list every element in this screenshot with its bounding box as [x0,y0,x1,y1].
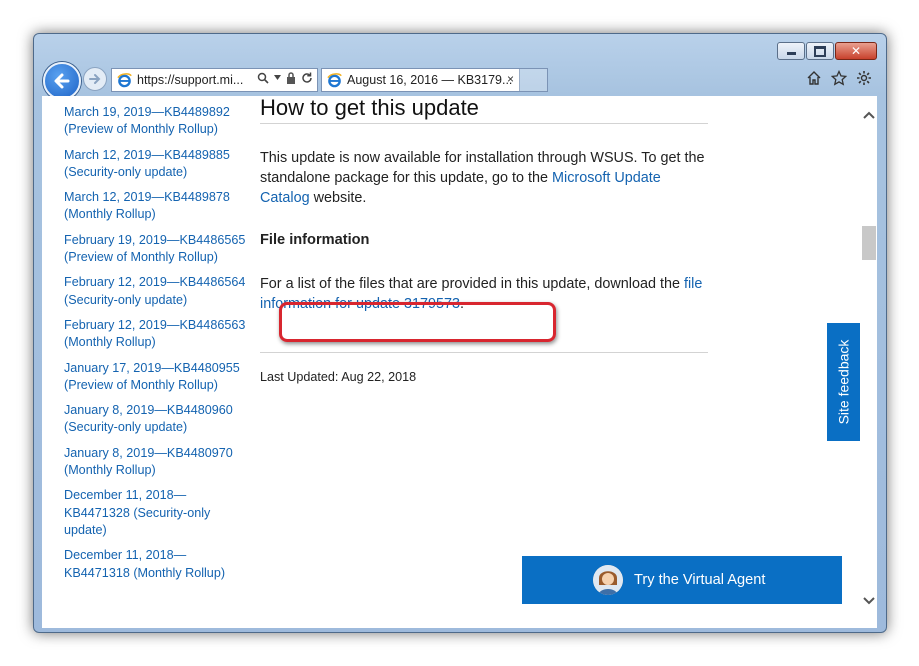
browser-window: ✕ https://support.mi... August 16, 2016 … [33,33,887,633]
sidebar-link[interactable]: January 8, 2019—KB4480970 (Monthly Rollu… [64,445,249,480]
availability-paragraph: This update is now available for install… [260,148,708,208]
arrow-left-icon [54,73,70,89]
tab-active[interactable]: August 16, 2016 — KB3179... × [321,68,520,92]
window-controls: ✕ [776,42,877,60]
forward-button[interactable] [83,67,107,91]
ie-logo-icon [327,72,342,87]
home-icon[interactable] [806,70,822,86]
scroll-down-icon[interactable] [863,596,875,606]
refresh-icon[interactable] [301,72,313,84]
new-tab-button[interactable] [519,68,548,92]
sidebar-link[interactable]: March 12, 2019—KB4489878 (Monthly Rollup… [64,189,249,224]
dropdown-caret-icon[interactable] [274,75,281,81]
site-feedback-label: Site feedback [835,339,852,425]
divider [260,352,708,353]
site-feedback-button[interactable]: Site feedback [827,323,860,441]
browser-tools [806,70,872,86]
agent-avatar-icon [593,565,623,595]
file-information-heading: File information [260,232,370,248]
sidebar-link[interactable]: February 12, 2019—KB4486563 (Monthly Rol… [64,317,249,352]
virtual-agent-button[interactable]: Try the Virtual Agent [522,556,842,604]
article-main: How to get this update This update is no… [260,96,708,384]
back-button[interactable] [43,62,81,100]
ie-logo-icon [117,72,132,87]
search-icon[interactable] [257,72,269,84]
sidebar-link[interactable]: December 11, 2018—KB4471318 (Monthly Rol… [64,547,249,582]
update-history-sidebar: March 19, 2019—KB4489892 (Preview of Mon… [64,104,249,590]
scrollbar-thumb[interactable] [862,226,876,260]
page-viewport: March 19, 2019—KB4489892 (Preview of Mon… [42,96,861,628]
sidebar-link[interactable]: February 12, 2019—KB4486564 (Security-on… [64,274,249,309]
arrow-right-icon [89,74,101,84]
paragraph-text: For a list of the files that are provide… [260,276,684,292]
scroll-up-icon[interactable] [863,110,875,120]
sidebar-link[interactable]: March 12, 2019—KB4489885 (Security-only … [64,147,249,182]
lock-icon[interactable] [286,72,296,84]
file-info-paragraph: For a list of the files that are provide… [260,274,708,342]
address-text: https://support.mi... [137,73,244,87]
minimize-button[interactable] [777,42,805,60]
sidebar-link[interactable]: December 11, 2018—KB4471328 (Security-on… [64,487,249,539]
vertical-scrollbar[interactable] [861,96,877,628]
section-heading: How to get this update [260,96,708,124]
maximize-button[interactable] [806,42,834,60]
address-tools [257,72,313,84]
settings-gear-icon[interactable] [856,70,872,86]
sidebar-link[interactable]: March 19, 2019—KB4489892 (Preview of Mon… [64,104,249,139]
close-window-button[interactable]: ✕ [835,42,877,60]
paragraph-text: website. [309,190,367,206]
sidebar-link[interactable]: January 17, 2019—KB4480955 (Preview of M… [64,360,249,395]
tab-title: August 16, 2016 — KB3179... [347,73,513,87]
favorites-star-icon[interactable] [831,70,847,86]
close-tab-icon[interactable]: × [507,72,514,86]
sidebar-link[interactable]: January 8, 2019—KB4480960 (Security-only… [64,402,249,437]
highlight-annotation [279,302,556,342]
sidebar-link[interactable]: February 19, 2019—KB4486565 (Preview of … [64,232,249,267]
last-updated: Last Updated: Aug 22, 2018 [260,370,417,384]
address-bar[interactable]: https://support.mi... [111,68,318,92]
virtual-agent-label: Try the Virtual Agent [634,572,766,588]
